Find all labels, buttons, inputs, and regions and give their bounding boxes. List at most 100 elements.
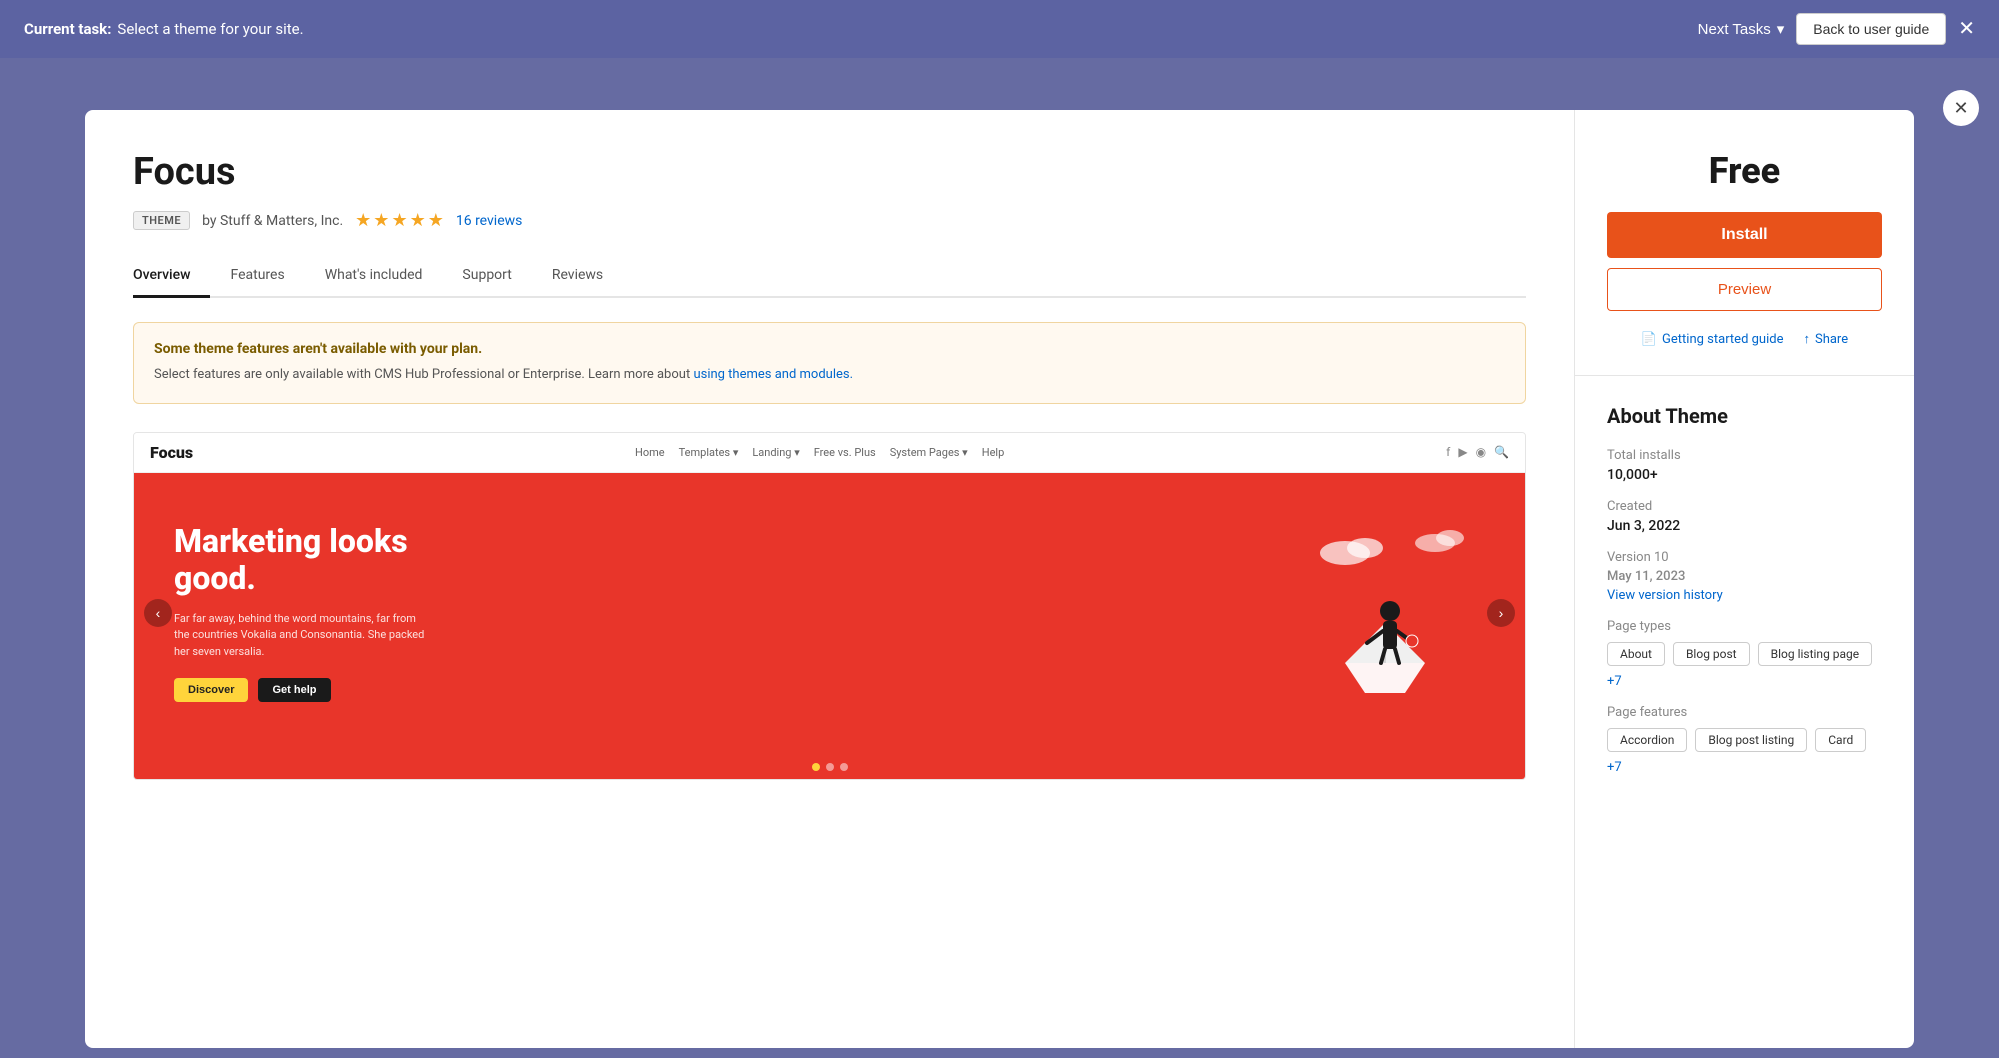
total-installs-label: Total installs bbox=[1607, 448, 1882, 463]
preview-nav-bar: Focus Home Templates ▾ Landing ▾ Free vs… bbox=[134, 433, 1525, 473]
hero-get-help-button[interactable]: Get help bbox=[258, 678, 330, 702]
theme-author: by Stuff & Matters, Inc. bbox=[202, 213, 343, 229]
search-icon: 🔍 bbox=[1494, 445, 1509, 459]
share-link[interactable]: ↑ Share bbox=[1803, 331, 1848, 347]
nav-help: Help bbox=[982, 446, 1005, 459]
tag-blog-post[interactable]: Blog post bbox=[1673, 642, 1750, 666]
task-bar-right: Next Tasks ▾ Back to user guide ✕ bbox=[1698, 13, 1975, 45]
created-value: Jun 3, 2022 bbox=[1607, 518, 1882, 534]
reviews-link[interactable]: 16 reviews bbox=[456, 213, 523, 229]
preview-logo: Focus bbox=[150, 443, 193, 462]
hero-title: Marketing looks good. bbox=[174, 523, 434, 597]
warning-body: Select features are only available with … bbox=[154, 365, 1505, 385]
total-installs-value: 10,000+ bbox=[1607, 467, 1882, 483]
hero-content: Marketing looks good. Far far away, behi… bbox=[174, 523, 434, 702]
nav-home: Home bbox=[635, 446, 665, 459]
current-task-text: Select a theme for your site. bbox=[117, 20, 303, 38]
page-types-tags: About Blog post Blog listing page +7 bbox=[1607, 642, 1882, 689]
version-history-link[interactable]: View version history bbox=[1607, 588, 1882, 603]
created-label: Created bbox=[1607, 499, 1882, 514]
carousel-dot-3[interactable] bbox=[840, 763, 848, 771]
modal-outer-close-button[interactable]: ✕ bbox=[1943, 90, 1979, 126]
created-row: Created Jun 3, 2022 bbox=[1607, 499, 1882, 534]
tag-accordion[interactable]: Accordion bbox=[1607, 728, 1687, 752]
tag-blog-post-listing[interactable]: Blog post listing bbox=[1695, 728, 1807, 752]
about-theme-title: About Theme bbox=[1607, 404, 1882, 428]
getting-started-label: Getting started guide bbox=[1662, 332, 1783, 347]
hero-illustration bbox=[1285, 523, 1485, 703]
nav-system-pages: System Pages ▾ bbox=[890, 446, 968, 459]
modal-content: Focus THEME by Stuff & Matters, Inc. ★ ★… bbox=[85, 110, 1914, 1048]
left-panel: Focus THEME by Stuff & Matters, Inc. ★ ★… bbox=[85, 110, 1574, 1048]
page-features-tags: Accordion Blog post listing Card +7 bbox=[1607, 728, 1882, 775]
page-types-label: Page types bbox=[1607, 619, 1882, 634]
theme-meta: THEME by Stuff & Matters, Inc. ★ ★ ★ ★ ★… bbox=[133, 210, 1526, 231]
theme-detail-modal: Focus THEME by Stuff & Matters, Inc. ★ ★… bbox=[85, 110, 1914, 1048]
preview-hero: ‹ Marketing looks good. Far far away, be… bbox=[134, 473, 1525, 753]
next-tasks-label: Next Tasks bbox=[1698, 21, 1771, 38]
tab-features[interactable]: Features bbox=[210, 255, 304, 298]
instagram-icon: ◉ bbox=[1476, 445, 1486, 459]
action-links: 📄 Getting started guide ↑ Share bbox=[1607, 331, 1882, 347]
warning-body-text: Select features are only available with … bbox=[154, 367, 690, 382]
warning-title: Some theme features aren't available wit… bbox=[154, 341, 1505, 357]
version-label: Version 10 bbox=[1607, 550, 1882, 565]
preview-social-icons: f ▶ ◉ 🔍 bbox=[1446, 445, 1509, 459]
chevron-down-icon: ▾ bbox=[1777, 20, 1785, 38]
hero-svg bbox=[1285, 523, 1485, 703]
carousel-dots bbox=[134, 753, 1525, 779]
about-section: About Theme Total installs 10,000+ Creat… bbox=[1575, 376, 1914, 803]
youtube-icon: ▶ bbox=[1458, 445, 1467, 459]
tag-blog-listing-page[interactable]: Blog listing page bbox=[1758, 642, 1873, 666]
current-task-label: Current task: bbox=[24, 20, 111, 38]
theme-title: Focus bbox=[133, 150, 1526, 194]
star-4: ★ bbox=[410, 210, 426, 231]
total-installs-row: Total installs 10,000+ bbox=[1607, 448, 1882, 483]
next-tasks-button[interactable]: Next Tasks ▾ bbox=[1698, 20, 1785, 38]
getting-started-link[interactable]: 📄 Getting started guide bbox=[1641, 331, 1784, 347]
tag-about[interactable]: About bbox=[1607, 642, 1665, 666]
page-features-section: Page features Accordion Blog post listin… bbox=[1607, 705, 1882, 775]
pricing-section: Free Install Preview 📄 Getting started g… bbox=[1575, 110, 1914, 376]
guide-icon: 📄 bbox=[1641, 332, 1657, 347]
nav-free-vs-plus: Free vs. Plus bbox=[814, 446, 876, 459]
price-label: Free bbox=[1607, 150, 1882, 192]
back-to-guide-button[interactable]: Back to user guide bbox=[1796, 13, 1946, 45]
star-5: ★ bbox=[428, 210, 444, 231]
page-features-more[interactable]: +7 bbox=[1607, 760, 1622, 775]
warning-box: Some theme features aren't available wit… bbox=[133, 322, 1526, 404]
share-icon: ↑ bbox=[1803, 331, 1810, 347]
theme-preview-container: Focus Home Templates ▾ Landing ▾ Free vs… bbox=[133, 432, 1526, 780]
page-types-more[interactable]: +7 bbox=[1607, 674, 1622, 689]
tab-reviews[interactable]: Reviews bbox=[532, 255, 623, 298]
hero-buttons: Discover Get help bbox=[174, 678, 434, 702]
page-features-label: Page features bbox=[1607, 705, 1882, 720]
carousel-dot-1[interactable] bbox=[812, 763, 820, 771]
page-types-section: Page types About Blog post Blog listing … bbox=[1607, 619, 1882, 689]
task-bar: Current task: Select a theme for your si… bbox=[0, 0, 1999, 58]
preview-nav-links: Home Templates ▾ Landing ▾ Free vs. Plus… bbox=[635, 446, 1004, 459]
nav-landing: Landing ▾ bbox=[752, 446, 799, 459]
carousel-dot-2[interactable] bbox=[826, 763, 834, 771]
facebook-icon: f bbox=[1446, 445, 1450, 459]
version-date: May 11, 2023 bbox=[1607, 569, 1882, 584]
install-button[interactable]: Install bbox=[1607, 212, 1882, 258]
taskbar-close-icon[interactable]: ✕ bbox=[1958, 19, 1975, 39]
star-2: ★ bbox=[373, 210, 389, 231]
nav-templates: Templates ▾ bbox=[679, 446, 739, 459]
star-3: ★ bbox=[391, 210, 407, 231]
hero-discover-button[interactable]: Discover bbox=[174, 678, 248, 702]
task-bar-left: Current task: Select a theme for your si… bbox=[24, 20, 304, 38]
tab-support[interactable]: Support bbox=[442, 255, 531, 298]
preview-button[interactable]: Preview bbox=[1607, 268, 1882, 311]
tag-card[interactable]: Card bbox=[1815, 728, 1866, 752]
tab-bar: Overview Features What's included Suppor… bbox=[133, 255, 1526, 298]
carousel-prev-button[interactable]: ‹ bbox=[144, 599, 172, 627]
carousel-next-button[interactable]: › bbox=[1487, 599, 1515, 627]
star-rating: ★ ★ ★ ★ ★ bbox=[355, 210, 444, 231]
tab-whats-included[interactable]: What's included bbox=[305, 255, 443, 298]
theme-badge: THEME bbox=[133, 211, 190, 230]
warning-link[interactable]: using themes and modules. bbox=[693, 367, 853, 382]
tab-overview[interactable]: Overview bbox=[133, 255, 210, 298]
share-label: Share bbox=[1815, 332, 1848, 347]
